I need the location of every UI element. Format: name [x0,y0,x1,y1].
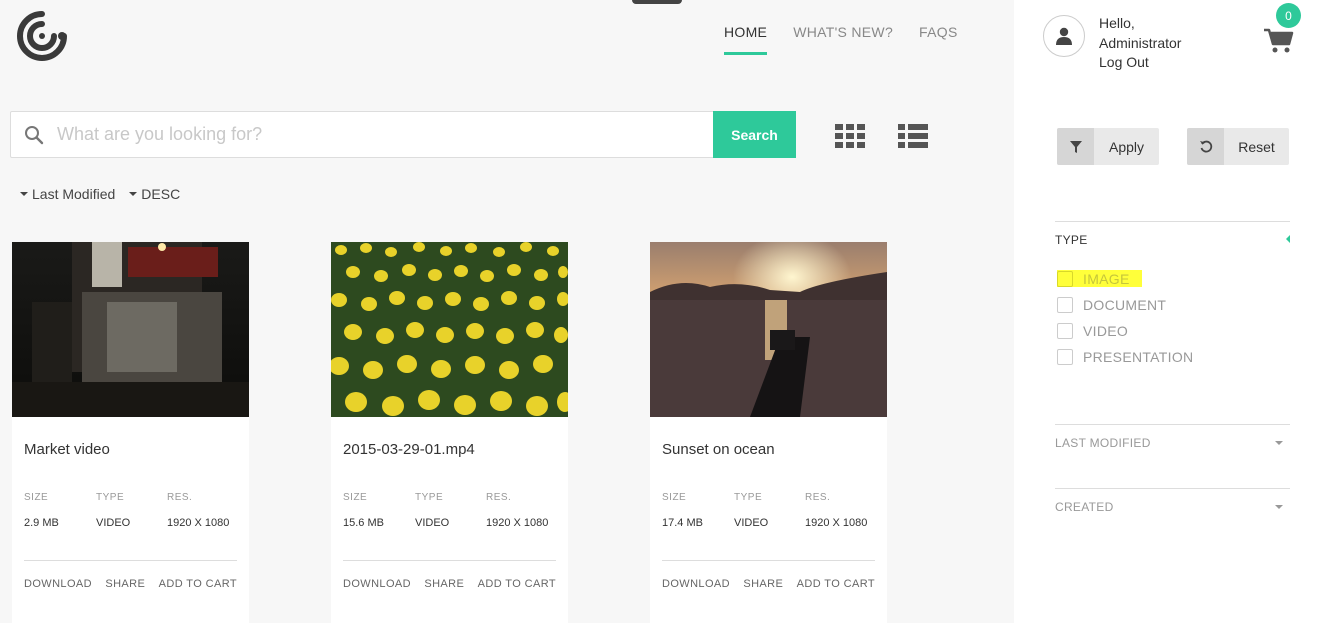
asset-title[interactable]: Market video [24,441,110,458]
type-option-presentation[interactable]: PRESENTATION [1057,348,1193,365]
type-filter-options: IMAGE DOCUMENT VIDEO PRESENTATION [1057,270,1193,365]
grid-view-icon[interactable] [835,124,865,148]
reset-button[interactable]: Reset [1187,128,1289,165]
filter-icon [1057,128,1094,165]
user-icon [1056,27,1072,45]
cart-icon[interactable] [1264,28,1294,54]
caret-down-icon [129,192,138,196]
divider [1055,488,1290,489]
add-to-cart-link[interactable]: ADD TO CART [797,578,875,590]
sort-controls: Last Modified DESC [20,186,180,202]
share-link[interactable]: SHARE [424,578,464,590]
type-option-document[interactable]: DOCUMENT [1057,296,1193,313]
checkbox[interactable] [1057,270,1073,287]
add-to-cart-link[interactable]: ADD TO CART [159,578,237,590]
divider [662,560,875,561]
caret-left-icon[interactable] [1286,235,1290,243]
download-link[interactable]: DOWNLOAD [343,578,411,590]
apply-button[interactable]: Apply [1057,128,1159,165]
asset-actions: DOWNLOAD SHARE ADD TO CART [24,578,237,590]
asset-card[interactable]: 2015-03-29-01.mp4 SIZE 15.6 MB TYPE VIDEO … [331,242,568,623]
divider [1055,221,1290,222]
search-icon [11,125,57,145]
cart-count-badge: 0 [1276,3,1301,28]
user-info: Hello, Administrator Log Out [1099,14,1181,73]
logo-icon[interactable] [16,10,68,62]
sort-direction-dropdown[interactable]: DESC [129,186,180,202]
thumbnail-image[interactable] [331,242,568,417]
asset-actions: DOWNLOAD SHARE ADD TO CART [662,578,875,590]
asset-card[interactable]: Sunset on ocean SIZE 17.4 MB TYPE VIDEO RE… [650,242,887,623]
asset-meta: SIZE 2.9 MB TYPE VIDEO RES. 1920 X 1080 [24,492,230,529]
caret-down-icon[interactable] [1275,441,1283,445]
caret-down-icon [20,192,28,196]
search-input[interactable] [57,112,713,157]
nav-whats-new[interactable]: WHAT'S NEW? [793,24,893,55]
greeting: Hello, [1099,15,1135,31]
asset-meta: SIZE 17.4 MB TYPE VIDEO RES. 1920 X 1080 [662,492,868,529]
checkbox[interactable] [1057,322,1073,339]
type-option-image[interactable]: IMAGE [1057,270,1142,287]
asset-card[interactable]: Market video SIZE 2.9 MB TYPE VIDEO RES. 19… [12,242,249,623]
type-option-video[interactable]: VIDEO [1057,322,1193,339]
main-content: HOME WHAT'S NEW? FAQS Search Last Modifi… [0,0,1014,623]
last-modified-filter-title[interactable]: LAST MODIFIED [1055,436,1151,450]
top-handle[interactable] [632,0,682,4]
download-link[interactable]: DOWNLOAD [24,578,92,590]
reset-icon [1187,128,1224,165]
type-filter-title[interactable]: TYPE [1055,233,1088,247]
thumbnail-image[interactable] [650,242,887,417]
add-to-cart-link[interactable]: ADD TO CART [478,578,556,590]
search-bar: Search [10,111,796,158]
divider [343,560,556,561]
divider [24,560,237,561]
divider [1055,424,1290,425]
avatar[interactable] [1043,15,1085,57]
checkbox[interactable] [1057,296,1073,313]
top-nav: HOME WHAT'S NEW? FAQS [724,24,958,55]
created-filter-title[interactable]: CREATED [1055,500,1114,514]
filter-sidebar: Hello, Administrator Log Out 0 Apply Res… [1014,0,1327,623]
download-link[interactable]: DOWNLOAD [662,578,730,590]
caret-down-icon[interactable] [1275,505,1283,509]
asset-actions: DOWNLOAD SHARE ADD TO CART [343,578,556,590]
asset-title[interactable]: Sunset on ocean [662,441,775,458]
thumbnail-image[interactable] [12,242,249,417]
asset-meta: SIZE 15.6 MB TYPE VIDEO RES. 1920 X 1080 [343,492,549,529]
checkbox[interactable] [1057,348,1073,365]
share-link[interactable]: SHARE [105,578,145,590]
share-link[interactable]: SHARE [743,578,783,590]
asset-title[interactable]: 2015-03-29-01.mp4 [343,441,475,458]
search-button[interactable]: Search [713,111,796,158]
logout-link[interactable]: Log Out [1099,53,1181,73]
list-view-icon[interactable] [898,124,928,148]
nav-faqs[interactable]: FAQS [919,24,958,55]
nav-home[interactable]: HOME [724,24,768,55]
sort-field-dropdown[interactable]: Last Modified [20,186,115,202]
user-name: Administrator [1099,34,1182,51]
